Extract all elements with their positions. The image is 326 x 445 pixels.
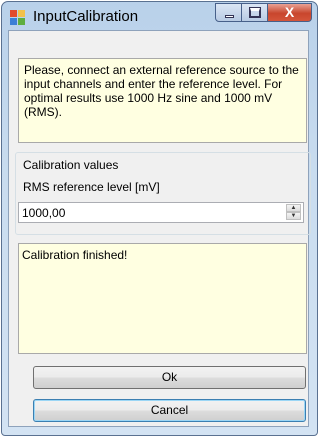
arrow-down-icon: ▼ bbox=[290, 213, 297, 219]
spin-buttons: ▲ ▼ bbox=[286, 204, 301, 221]
status-text: Calibration finished! bbox=[18, 243, 307, 354]
spin-up-button[interactable]: ▲ bbox=[286, 204, 301, 212]
arrow-up-icon: ▲ bbox=[290, 205, 297, 211]
minimize-button[interactable] bbox=[215, 3, 242, 22]
maximize-icon bbox=[249, 7, 261, 18]
title-bar[interactable]: InputCalibration X bbox=[2, 2, 317, 32]
instructions-text: Please, connect an external reference so… bbox=[18, 58, 307, 143]
ok-button[interactable]: Ok bbox=[33, 366, 306, 389]
rms-level-label: RMS reference level [mV] bbox=[23, 180, 160, 194]
rms-level-spinbox[interactable]: ▲ ▼ bbox=[18, 202, 304, 223]
groupbox-title: Calibration values bbox=[23, 158, 119, 172]
minimize-icon bbox=[225, 15, 234, 18]
spin-down-button[interactable]: ▼ bbox=[286, 212, 301, 220]
maximize-button[interactable] bbox=[242, 3, 268, 22]
app-icon[interactable] bbox=[10, 10, 26, 25]
cancel-button[interactable]: Cancel bbox=[33, 399, 306, 422]
window-title: InputCalibration bbox=[33, 8, 139, 25]
caption-buttons: X bbox=[215, 3, 312, 22]
close-icon: X bbox=[284, 4, 295, 20]
close-button[interactable]: X bbox=[268, 3, 312, 22]
rms-level-input[interactable] bbox=[22, 205, 272, 220]
